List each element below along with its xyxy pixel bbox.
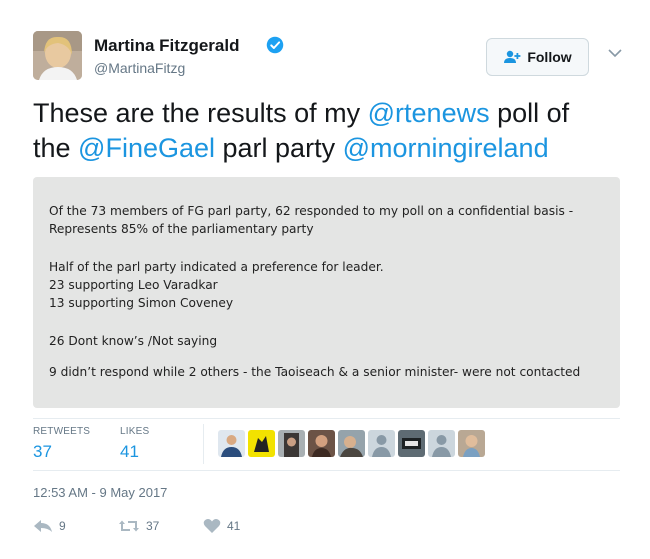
likes-count[interactable]: 41 <box>120 442 139 462</box>
liker-avatar[interactable] <box>248 430 275 457</box>
author-handle[interactable]: @MartinaFitzg <box>94 60 185 76</box>
mention-link[interactable]: @FineGael <box>78 133 215 163</box>
liker-avatar[interactable] <box>368 430 395 457</box>
liker-avatar[interactable] <box>278 430 305 457</box>
retweet-button[interactable]: 37 <box>118 517 159 535</box>
divider <box>33 470 620 471</box>
photo-text-line: 13 supporting Simon Coveney <box>49 296 234 310</box>
stat-separator <box>203 424 204 464</box>
photo-text-line: 26 Dont know’s /Not saying <box>49 334 218 348</box>
retweet-count: 37 <box>146 519 160 533</box>
photo-text-line: Half of the parl party indicated a prefe… <box>49 260 384 274</box>
reply-button[interactable]: 9 <box>33 517 66 535</box>
heart-icon <box>203 519 221 533</box>
add-user-icon <box>504 50 521 63</box>
tweet-line-2: the @FineGael parl party @morningireland <box>33 131 633 166</box>
reply-count: 9 <box>59 519 66 533</box>
author-name[interactable]: Martina Fitzgerald <box>94 36 239 56</box>
retweet-icon <box>119 520 139 532</box>
author-avatar[interactable] <box>33 31 82 80</box>
liker-avatar[interactable] <box>308 430 335 457</box>
like-count: 41 <box>227 519 241 533</box>
liker-avatar[interactable] <box>458 430 485 457</box>
likes-label: LIKES <box>120 426 150 437</box>
tweet-text: These are the results of my @rtenews pol… <box>33 96 633 166</box>
follow-label: Follow <box>527 49 572 65</box>
liker-avatar[interactable] <box>428 430 455 457</box>
follow-button[interactable]: Follow <box>486 38 589 76</box>
tweet-text-segment: the <box>33 133 79 163</box>
retweets-label: RETWEETS <box>33 426 91 437</box>
photo-text-line: 23 supporting Leo Varadkar <box>49 278 218 292</box>
reply-icon <box>34 520 52 532</box>
tweet-text-segment: poll of <box>489 98 570 128</box>
photo-text-line: Represents 85% of the parliamentary part… <box>49 222 314 236</box>
liker-avatar[interactable] <box>398 430 425 457</box>
photo-text-line: 9 didn’t respond while 2 others - the Ta… <box>49 365 581 379</box>
tweet-text-segment: parl party <box>215 133 343 163</box>
like-button[interactable]: 41 <box>203 517 240 535</box>
divider <box>33 418 620 419</box>
tweet-card: Martina Fitzgerald @MartinaFitzg Follow … <box>0 0 650 559</box>
tweet-text-segment: These are the results of my <box>33 98 368 128</box>
liker-avatar[interactable] <box>218 430 245 457</box>
verified-badge-icon <box>266 36 284 54</box>
mention-link[interactable]: @morningireland <box>343 133 549 163</box>
attached-photo[interactable]: Of the 73 members of FG parl party, 62 r… <box>33 177 620 408</box>
chevron-down-icon[interactable] <box>608 48 622 58</box>
retweets-count[interactable]: 37 <box>33 442 52 462</box>
tweet-line-1: These are the results of my @rtenews pol… <box>33 96 633 131</box>
tweet-timestamp[interactable]: 12:53 AM - 9 May 2017 <box>33 485 167 500</box>
liker-avatars <box>218 430 488 457</box>
mention-link[interactable]: @rtenews <box>368 98 490 128</box>
liker-avatar[interactable] <box>338 430 365 457</box>
photo-text-line: Of the 73 members of FG parl party, 62 r… <box>49 204 574 218</box>
